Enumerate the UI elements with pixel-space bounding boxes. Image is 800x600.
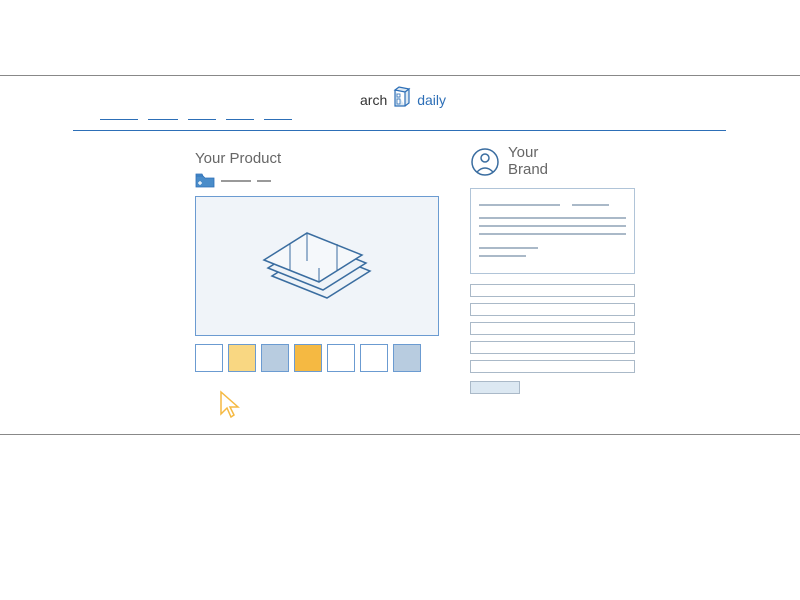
info-line: [479, 255, 526, 257]
logo-text-left: arch: [360, 92, 387, 108]
bottom-rule: [0, 434, 800, 435]
nav-link-4[interactable]: [226, 117, 254, 120]
building-icon: [391, 80, 413, 108]
swatch-3[interactable]: [261, 344, 289, 372]
info-line: [479, 247, 538, 249]
info-line: [479, 225, 626, 227]
swatch-4[interactable]: [294, 344, 322, 372]
nav-divider: [73, 130, 726, 131]
swatch-5[interactable]: [327, 344, 355, 372]
nav-link-1[interactable]: [100, 117, 138, 120]
field-4[interactable]: [470, 341, 635, 354]
info-line: [572, 204, 609, 206]
logo-text-right: daily: [417, 92, 446, 108]
info-line: [479, 217, 626, 219]
person-circle-icon[interactable]: [470, 147, 500, 177]
swatch-6[interactable]: [360, 344, 388, 372]
brand-column: Your Brand: [470, 150, 635, 394]
logo[interactable]: arch daily: [360, 80, 446, 108]
color-swatches: [195, 344, 440, 372]
contact-form: [470, 284, 635, 394]
product-title: Your Product: [195, 150, 440, 167]
content: Your Product: [195, 150, 635, 394]
nav-links: [100, 117, 292, 120]
info-line: [479, 233, 626, 235]
crumb-line-1: [221, 180, 251, 182]
crumb-line-2: [257, 180, 271, 182]
nav-link-5[interactable]: [264, 117, 292, 120]
glass-panels-icon: [242, 216, 392, 316]
nav-link-2[interactable]: [148, 117, 178, 120]
info-line: [479, 204, 560, 206]
product-image[interactable]: [195, 196, 439, 336]
brand-title: Your Brand: [508, 145, 548, 178]
field-1[interactable]: [470, 284, 635, 297]
swatch-1[interactable]: [195, 344, 223, 372]
breadcrumb: [195, 173, 440, 188]
folder-plus-icon[interactable]: [195, 173, 215, 188]
header: arch daily: [0, 75, 800, 145]
brand-header: Your Brand: [470, 145, 635, 178]
brand-info-box: [470, 188, 635, 274]
field-5[interactable]: [470, 360, 635, 373]
product-column: Your Product: [195, 150, 440, 394]
field-3[interactable]: [470, 322, 635, 335]
field-2[interactable]: [470, 303, 635, 316]
submit-button[interactable]: [470, 381, 520, 394]
cursor-arrow-icon: [218, 390, 242, 420]
swatch-2[interactable]: [228, 344, 256, 372]
nav-link-3[interactable]: [188, 117, 216, 120]
swatch-7[interactable]: [393, 344, 421, 372]
